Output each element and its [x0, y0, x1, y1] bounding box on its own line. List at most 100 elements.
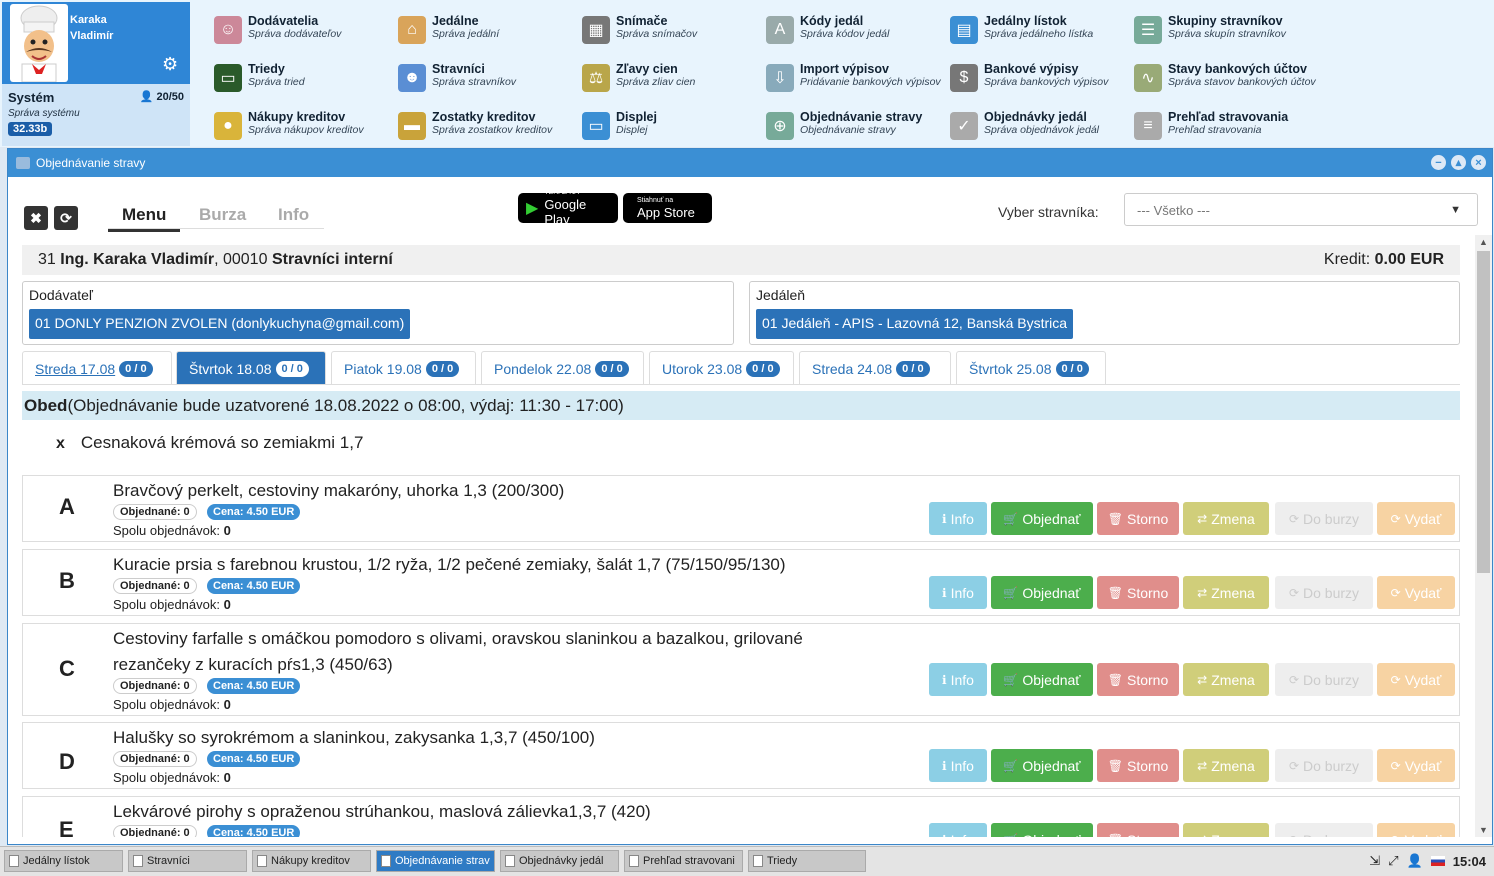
menu-item[interactable]: ☻ Stravníci Správa stravníkov — [398, 62, 578, 106]
menu-item[interactable]: ⚖ Zľavy cien Správa zliav cien — [582, 62, 762, 106]
scrollbar[interactable]: ▲ ▼ — [1475, 235, 1492, 837]
issue-button[interactable]: ⟳ Vydať — [1377, 749, 1455, 782]
scrollbar-thumb[interactable] — [1477, 251, 1490, 573]
issue-button[interactable]: ⟳ Vydať — [1377, 823, 1455, 837]
close-icon[interactable]: × — [1471, 155, 1486, 170]
scroll-down-icon[interactable]: ▼ — [1479, 825, 1488, 835]
order-button[interactable]: 🛒 Objednať — [991, 502, 1093, 535]
window-arrange-icon[interactable]: ⇲ — [1369, 853, 1380, 869]
change-button[interactable]: ⇄ Zmena — [1183, 502, 1269, 535]
menu-item[interactable]: ▭ Triedy Správa tried — [214, 62, 394, 106]
close-button[interactable]: ✖ — [24, 206, 48, 230]
exchange-button[interactable]: ⟳ Do burzy — [1275, 823, 1373, 837]
exchange-button-label: Do burzy — [1303, 510, 1360, 527]
info-button[interactable]: ℹ Info — [929, 749, 987, 782]
menu-item-subtitle: Správa bankových výpisov — [984, 76, 1109, 88]
info-button[interactable]: ℹ Info — [929, 823, 987, 837]
exchange-button[interactable]: ⟳ Do burzy — [1275, 502, 1373, 535]
menu-item-subtitle: Správa tried — [248, 76, 305, 88]
menu-item[interactable]: ▦ Snímače Správa snímačov — [582, 14, 762, 58]
day-tab[interactable]: Piatok 19.08 0 / 0 — [331, 351, 476, 385]
diner-select[interactable]: --- Všetko --- ▼ — [1124, 193, 1478, 226]
refresh-icon: ⟳ — [1288, 672, 1300, 687]
taskbar-item[interactable]: Triedy — [748, 850, 866, 872]
change-button[interactable]: ⇄ Zmena — [1183, 576, 1269, 609]
taskbar-item[interactable]: Prehľad stravovani — [624, 850, 743, 872]
menu-item-subtitle: Pridávanie bankových výpisov — [800, 76, 941, 88]
system-box[interactable]: Systém 👤 20/50 Správa systému 32.33b — [2, 84, 190, 146]
order-button[interactable]: 🛒 Objednať — [991, 576, 1093, 609]
cart-icon: 🛒 — [1003, 511, 1019, 526]
taskbar-item[interactable]: Stravníci — [128, 850, 247, 872]
menu-item[interactable]: ☰ Skupiny stravníkov Správa skupín strav… — [1134, 14, 1314, 58]
menu-item[interactable]: ∿ Stavy bankových účtov Správa stavov ba… — [1134, 62, 1316, 106]
window-icon — [9, 855, 19, 867]
cancel-button[interactable]: 🗑 Storno — [1097, 502, 1179, 535]
basket-icon: ⊕ — [766, 112, 794, 140]
refresh-button[interactable]: ⟳ — [54, 206, 78, 230]
taskbar-item[interactable]: Objednávky jedál — [500, 850, 619, 872]
price-badge: Cena: 4.50 EUR — [207, 825, 301, 837]
canteen-value[interactable]: 01 Jedáleň - APIS - Lazovná 12, Banská B… — [756, 309, 1074, 339]
day-tab[interactable]: Pondelok 22.08 0 / 0 — [481, 351, 644, 385]
menu-item[interactable]: ⇩ Import výpisov Pridávanie bankových vý… — [766, 62, 946, 106]
taskbar-item[interactable]: Objednávanie strav — [376, 850, 495, 872]
scroll-up-icon[interactable]: ▲ — [1479, 237, 1488, 247]
info-button[interactable]: ℹ Info — [929, 576, 987, 609]
cancel-button[interactable]: 🗑 Storno — [1097, 749, 1179, 782]
supplier-value[interactable]: 01 DONLY PENZION ZVOLEN (donlykuchyna@gm… — [29, 309, 411, 339]
maximize-icon[interactable]: ▴ — [1451, 155, 1466, 170]
issue-button[interactable]: ⟳ Vydať — [1377, 502, 1455, 535]
user-icon: 👤 — [139, 91, 154, 103]
menu-item-subtitle: Správa zliav cien — [616, 76, 696, 88]
day-tab[interactable]: Streda 24.08 0 / 0 — [799, 351, 951, 385]
change-button[interactable]: ⇄ Zmena — [1183, 823, 1269, 837]
tab-burza[interactable]: Burza — [199, 205, 246, 225]
cancel-button[interactable]: 🗑 Storno — [1097, 663, 1179, 696]
menu-item[interactable]: $ Bankové výpisy Správa bankových výpiso… — [950, 62, 1130, 106]
exchange-button-label: Do burzy — [1303, 671, 1360, 688]
info-button[interactable]: ℹ Info — [929, 502, 987, 535]
exchange-button[interactable]: ⟳ Do burzy — [1275, 749, 1373, 782]
taskbar-item[interactable]: Jedálny lístok — [4, 850, 123, 872]
menu-item[interactable]: ☺ Dodávatelia Správa dodávateľov — [214, 14, 394, 58]
menu-item[interactable]: ▤ Jedálny lístok Správa jedálneho lístka — [950, 14, 1130, 58]
issue-button[interactable]: ⟳ Vydať — [1377, 663, 1455, 696]
taskbar-item[interactable]: Nákupy kreditov — [252, 850, 371, 872]
change-button[interactable]: ⇄ Zmena — [1183, 663, 1269, 696]
price-badge: Cena: 4.50 EUR — [207, 578, 301, 594]
day-tab[interactable]: Štvrtok 25.08 0 / 0 — [956, 351, 1106, 385]
day-tab[interactable]: Štvrtok 18.08 0 / 0 — [176, 351, 326, 385]
day-tab[interactable]: Utorok 23.08 0 / 0 — [649, 351, 794, 385]
menu-item[interactable]: A Kódy jedál Správa kódov jedál — [766, 14, 946, 58]
order-button[interactable]: 🛒 Objednať — [991, 663, 1093, 696]
coins-icon: ● — [214, 112, 242, 140]
window-icon — [257, 855, 267, 867]
tab-info[interactable]: Info — [278, 205, 309, 225]
issue-button[interactable]: ⟳ Vydať — [1377, 576, 1455, 609]
chart-icon: ∿ — [1134, 64, 1162, 92]
info-icon: ℹ — [942, 672, 947, 687]
play-icon: ▶ — [526, 200, 539, 217]
day-tab[interactable]: Streda 17.08 0 / 0 — [22, 351, 172, 385]
order-button-label: Objednať — [1022, 757, 1081, 774]
change-button[interactable]: ⇄ Zmena — [1183, 749, 1269, 782]
info-button-label: Info — [951, 832, 974, 838]
minimize-icon[interactable]: − — [1431, 155, 1446, 170]
app-store-button[interactable]: Stiahnuť na App Store — [623, 193, 712, 223]
cancel-button[interactable]: 🗑 Storno — [1097, 823, 1179, 837]
order-button[interactable]: 🛒 Objednať — [991, 823, 1093, 837]
exchange-button[interactable]: ⟳ Do burzy — [1275, 576, 1373, 609]
order-button[interactable]: 🛒 Objednať — [991, 749, 1093, 782]
google-play-button[interactable]: ▶ TERAZ NA Google Play — [518, 189, 618, 227]
window-titlebar: Objednávanie stravy − ▴ × — [8, 149, 1492, 177]
flag-icon[interactable] — [1430, 856, 1445, 866]
exchange-button[interactable]: ⟳ Do burzy — [1275, 663, 1373, 696]
gear-icon[interactable]: ⚙ — [162, 54, 178, 75]
cancel-button[interactable]: 🗑 Storno — [1097, 576, 1179, 609]
menu-item[interactable]: ⌂ Jedálne Správa jedální — [398, 14, 578, 58]
fullscreen-icon[interactable]: ⤢ — [1388, 853, 1398, 869]
menu-item-title: Stravníci — [432, 62, 485, 76]
info-button[interactable]: ℹ Info — [929, 663, 987, 696]
user-icon[interactable]: 👤 — [1407, 853, 1423, 869]
